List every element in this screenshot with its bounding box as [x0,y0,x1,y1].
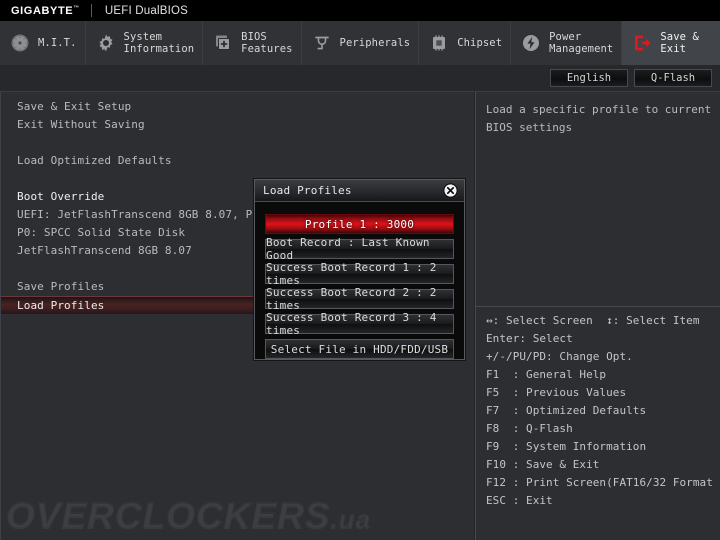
utility-bar: English Q-Flash [0,65,720,91]
key-legend-row: F8 : Q-Flash [486,422,573,435]
gigabyte-logo-text: GIGABYTE [11,4,74,17]
chip-plus-icon [212,32,234,54]
bios-screen: GIGABYTE™ UEFI DualBIOS M.I.T. System Inf… [0,0,720,540]
tab-peripherals[interactable]: Peripherals [301,21,420,65]
help-divider [476,306,720,307]
trademark-symbol: ™ [73,4,80,11]
key-legend-row: F1 : General Help [486,368,607,381]
tab-power-management[interactable]: Power Management [511,21,623,65]
key-legend-row: F9 : System Information [486,440,647,453]
watermark-suffix: .ua [330,504,372,535]
tab-system-information[interactable]: System Information [85,21,204,65]
brand-subtitle: UEFI DualBIOS [104,4,188,17]
tab-label: BIOS Features [241,31,293,55]
profile-button[interactable]: Success Boot Record 3 : 4 times [265,311,454,337]
menu-item[interactable]: Load Optimized Defaults [1,152,475,170]
key-legend-row: F10 : Save & Exit [486,458,600,471]
dialog-title: Load Profiles [263,184,352,197]
tab-label: M.I.T. [38,37,77,49]
menu-spacer [1,134,475,152]
exit-arrow-icon [631,32,653,54]
site-watermark: OVERCLOCKERS.ua [5,495,386,537]
tab-label: System Information [123,31,195,55]
profile-button[interactable]: Profile 1 : 3000 [265,214,454,234]
key-legend-row: F5 : Previous Values [486,386,627,399]
qflash-button[interactable]: Q-Flash [634,69,712,87]
tab-m-i-t[interactable]: M.I.T. [0,21,86,65]
tab-save-exit[interactable]: Save & Exit [622,21,720,65]
profile-button[interactable]: Success Boot Record 2 : 2 times [265,286,454,312]
tab-label: Power Management [549,31,614,55]
profile-button[interactable]: Select File in HDD/FDD/USB [265,339,454,359]
chipset-icon [428,32,450,54]
key-legend-row: ↔: Select Screen ↕: Select Item [486,314,700,327]
gear-icon [95,32,117,54]
profile-button[interactable]: Boot Record : Last Known Good [265,236,454,262]
watermark-main: OVERCLOCKERS [5,495,331,537]
key-legend-row: ESC : Exit [486,494,553,507]
gigabyte-logo: GIGABYTE™ [0,5,80,17]
key-legend-row: F12 : Print Screen(FAT16/32 Format Only) [486,476,720,489]
tab-chipset[interactable]: Chipset [419,21,512,65]
language-button[interactable]: English [550,69,628,87]
key-legend-row: F7 : Optimized Defaults [486,404,647,417]
dialog-body: Profile 1 : 3000 Boot Record : Last Known… [255,202,464,369]
help-pane: Load a specific profile to current BIOS … [475,91,720,540]
brand-divider [90,4,92,17]
menu-item[interactable]: Exit Without Saving [1,116,475,134]
menu-item[interactable]: Save & Exit Setup [1,98,475,116]
menu-item[interactable]: Load Profiles [1,296,259,314]
profile-button[interactable]: Success Boot Record 1 : 2 times [265,261,454,287]
tab-label: Peripherals [339,37,411,49]
key-legend-row: Enter: Select [486,332,573,345]
dial-icon [9,32,31,54]
close-circle-icon[interactable] [443,183,458,198]
main-tab-bar: M.I.T. System Information BIOS Features Per… [0,21,720,65]
tab-label: Chipset [457,37,503,49]
load-profiles-dialog: Load Profiles Profile 1 : 3000 Boot Recor… [254,179,465,360]
tab-label: Save & Exit [660,31,699,55]
help-description: Load a specific profile to current BIOS … [486,103,712,134]
dialog-title-bar: Load Profiles [255,180,464,202]
power-bolt-icon [520,32,542,54]
plug-icon [311,32,333,54]
tab-bios-features[interactable]: BIOS Features [203,21,302,65]
brand-bar: GIGABYTE™ UEFI DualBIOS [0,0,720,21]
key-legend-list: ↔: Select Screen ↕: Select Item Enter: Se… [486,312,720,510]
key-legend-row: +/-/PU/PD: Change Opt. [486,350,633,363]
